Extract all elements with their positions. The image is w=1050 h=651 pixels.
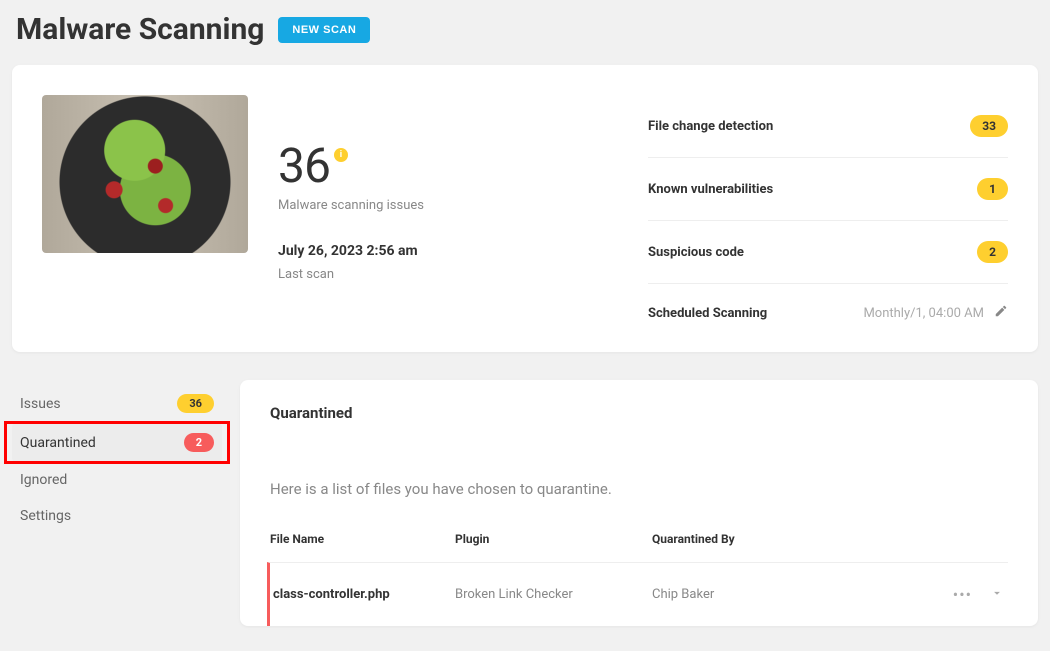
stat-known-vuln[interactable]: Known vulnerabilities 1: [648, 158, 1008, 221]
table-row[interactable]: class-controller.php Broken Link Checker…: [267, 562, 1008, 626]
last-scan-label: Last scan: [278, 267, 424, 282]
schedule-label: Scheduled Scanning: [648, 306, 767, 321]
stat-suspicious-code[interactable]: Suspicious code 2: [648, 221, 1008, 284]
scheduled-scanning-row: Scheduled Scanning Monthly/1, 04:00 AM: [648, 284, 1008, 322]
sidebar-item-count: 2: [184, 433, 214, 452]
stat-label: Known vulnerabilities: [648, 182, 773, 197]
table-header: File Name Plugin Quarantined By: [270, 532, 1008, 562]
issue-count: 36: [278, 142, 330, 190]
sidebar-item-issues[interactable]: Issues 36: [12, 384, 222, 423]
col-by-header: Quarantined By: [652, 532, 938, 546]
sidebar-item-count: 36: [177, 394, 214, 413]
main-panel: Quarantined Here is a list of files you …: [240, 380, 1038, 626]
sidebar-item-ignored[interactable]: Ignored: [12, 462, 222, 498]
sidebar: Issues 36 Quarantined 2 Ignored Settings: [12, 380, 222, 626]
stat-label: Suspicious code: [648, 245, 744, 260]
page-title: Malware Scanning: [16, 12, 264, 47]
sidebar-item-label: Quarantined: [20, 435, 96, 451]
new-scan-button[interactable]: NEW SCAN: [278, 17, 370, 43]
panel-description: Here is a list of files you have chosen …: [270, 480, 1008, 498]
chevron-down-icon[interactable]: [990, 585, 1004, 604]
schedule-value: Monthly/1, 04:00 AM: [863, 306, 984, 321]
col-file-header: File Name: [270, 532, 455, 546]
sidebar-item-settings[interactable]: Settings: [12, 498, 222, 534]
issue-count-label: Malware scanning issues: [278, 198, 424, 213]
sidebar-item-label: Issues: [20, 396, 61, 412]
sidebar-item-label: Ignored: [20, 472, 67, 488]
cell-by: Chip Baker: [652, 587, 938, 602]
panel-title: Quarantined: [270, 404, 1008, 422]
page-header: Malware Scanning NEW SCAN: [12, 0, 1038, 65]
summary-stats: File change detection 33 Known vulnerabi…: [648, 95, 1008, 322]
stat-count-pill: 1: [977, 178, 1008, 200]
sidebar-item-quarantined[interactable]: Quarantined 2: [12, 423, 222, 462]
more-options-icon[interactable]: •••: [953, 587, 972, 603]
stat-file-change[interactable]: File change detection 33: [648, 95, 1008, 158]
cell-file: class-controller.php: [270, 587, 455, 602]
cell-plugin: Broken Link Checker: [455, 587, 652, 602]
last-scan-time: July 26, 2023 2:56 am: [278, 243, 424, 259]
info-icon[interactable]: i: [334, 148, 348, 162]
summary-thumbnail: [42, 95, 248, 253]
edit-icon[interactable]: [994, 304, 1008, 322]
stat-count-pill: 33: [970, 115, 1008, 137]
col-plugin-header: Plugin: [455, 532, 652, 546]
summary-card: 36 i Malware scanning issues July 26, 20…: [12, 65, 1038, 352]
sidebar-item-label: Settings: [20, 508, 71, 524]
stat-label: File change detection: [648, 119, 773, 134]
stat-count-pill: 2: [977, 241, 1008, 263]
